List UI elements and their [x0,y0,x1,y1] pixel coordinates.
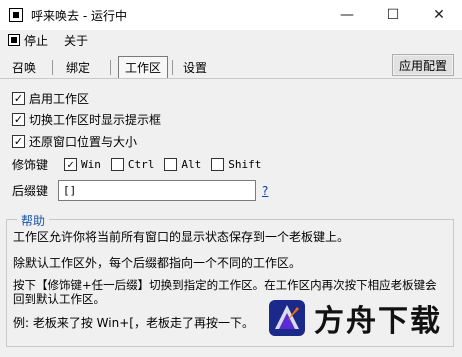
watermark-logo-icon [269,300,305,336]
modifier-alt[interactable]: Alt [164,158,201,171]
maximize-button[interactable]: ☐ [370,0,416,30]
tab-bind[interactable]: 绑定 [62,56,94,78]
tab-settings[interactable]: 设置 [178,56,212,78]
help-title: 帮助 [17,212,50,229]
modifier-row: 修饰键 ✓ Win Ctrl Alt Shift [12,156,271,173]
modifier-shift-checkbox[interactable] [211,158,225,171]
watermark: 方舟下载 [268,294,444,342]
help-paragraph-2: 除默认工作区外，每个后缀都指向一个不同的工作区。 [13,256,302,270]
tab-separator [110,60,111,75]
modifier-alt-checkbox[interactable] [164,158,178,171]
modifier-alt-label: Alt [181,158,202,171]
tab-summon[interactable]: 召唤 [8,56,40,78]
title-bar: 呼来唤去 - 运行中 — ☐ ✕ [0,0,462,30]
close-button[interactable]: ✕ [416,0,462,30]
restore-window-checkbox[interactable]: ✓ [12,135,25,148]
modifier-win-label: Win [81,158,101,171]
modifier-ctrl[interactable]: Ctrl [110,158,155,171]
show-tip-label: 切换工作区时显示提示框 [29,113,162,127]
help-paragraph-4: 例: 老板来了按 Win+[，老板走了再按一下。 [13,316,254,330]
tab-divider [0,78,462,79]
suffix-input[interactable]: [] [58,180,256,201]
menu-stop-label: 停止 [24,33,49,48]
modifier-shift[interactable]: Shift [211,158,261,171]
enable-workspace-checkbox[interactable]: ✓ [12,92,25,105]
restore-window-label: 还原窗口位置与大小 [29,135,138,149]
app-icon [9,8,23,22]
suffix-row: 后缀键 [] ? [12,180,268,201]
watermark-text: 方舟下载 [314,304,442,339]
stop-icon [8,34,20,46]
modifier-ctrl-label: Ctrl [127,158,155,171]
tab-separator [172,60,173,75]
enable-workspace-option[interactable]: ✓ 启用工作区 [12,90,89,107]
menu-bar: 停止 关于 [0,30,462,50]
restore-window-option[interactable]: ✓ 还原窗口位置与大小 [12,133,137,150]
window-controls: — ☐ ✕ [324,0,462,30]
window-title: 呼来唤去 - 运行中 [31,8,127,23]
apply-config-button[interactable]: 应用配置 [392,54,454,76]
tab-workspace[interactable]: 工作区 [118,56,168,78]
help-paragraph-1: 工作区允许你将当前所有窗口的显示状态保存到一个老板键上。 [13,230,350,244]
show-tip-option[interactable]: ✓ 切换工作区时显示提示框 [12,111,161,128]
suffix-input-value: [] [63,184,77,197]
tab-separator [52,60,53,75]
menu-about[interactable]: 关于 [64,32,88,49]
modifier-win-checkbox[interactable]: ✓ [64,158,77,171]
modifier-shift-label: Shift [228,158,262,171]
minimize-button[interactable]: — [324,0,370,30]
menu-about-label: 关于 [64,33,89,48]
menu-stop[interactable]: 停止 [8,32,48,49]
enable-workspace-label: 启用工作区 [29,92,90,106]
modifier-win[interactable]: ✓ Win [64,158,101,171]
show-tip-checkbox[interactable]: ✓ [12,113,25,126]
modifier-label: 修饰键 [12,158,49,172]
suffix-label: 后缀键 [12,184,49,198]
suffix-help-link[interactable]: ? [262,184,268,198]
modifier-ctrl-checkbox[interactable] [110,158,124,171]
